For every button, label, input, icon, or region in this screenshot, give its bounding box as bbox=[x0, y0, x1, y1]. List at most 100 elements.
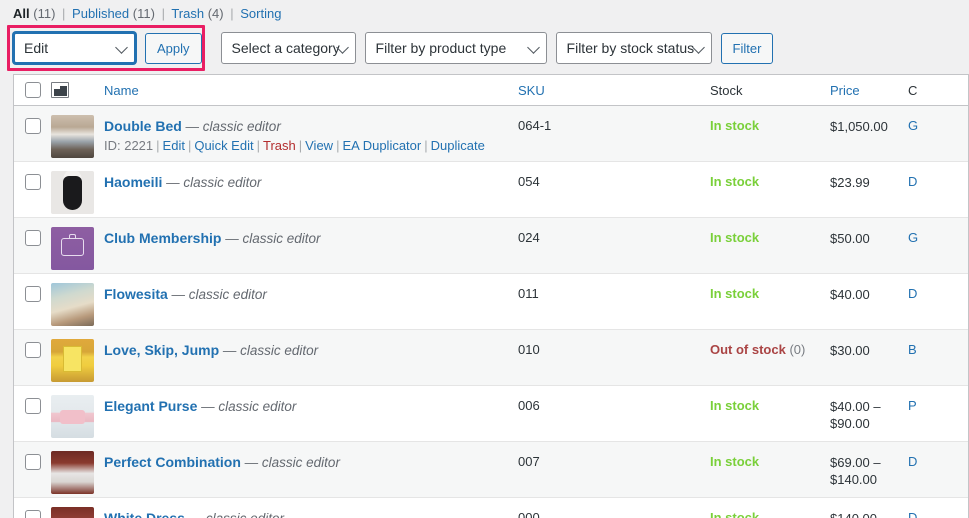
category-filter-value: Select a category bbox=[231, 40, 340, 56]
column-header-sku-label[interactable]: SKU bbox=[518, 83, 545, 98]
row-checkbox[interactable] bbox=[24, 174, 41, 190]
row-checkbox-cell bbox=[14, 330, 51, 358]
column-header-name-label[interactable]: Name bbox=[104, 83, 139, 98]
status-link-all[interactable]: All (11) bbox=[13, 6, 59, 21]
row-checkbox-cell bbox=[14, 386, 51, 414]
product-editor-suffix: — classic editor bbox=[167, 287, 267, 302]
row-action-trash[interactable]: Trash bbox=[263, 138, 296, 153]
row-checkbox[interactable] bbox=[24, 398, 41, 414]
filter-button[interactable]: Filter bbox=[720, 32, 774, 64]
sku-value: 064-1 bbox=[518, 118, 552, 133]
price-value: $30.00 bbox=[830, 343, 870, 358]
stock-status-filter-value: Filter by stock status bbox=[566, 40, 695, 56]
thumbnail-cell bbox=[51, 386, 104, 438]
row-checkbox[interactable] bbox=[24, 286, 41, 302]
column-header-price-label[interactable]: Price bbox=[830, 83, 860, 98]
status-link-trash-label[interactable]: Trash bbox=[171, 6, 204, 21]
table-row[interactable]: Flowesita — classic editor 011 In stock $40… bbox=[14, 274, 968, 330]
status-link-all-label[interactable]: All bbox=[13, 6, 30, 21]
column-header-image bbox=[51, 82, 104, 98]
price-cell: $23.99 bbox=[830, 162, 908, 191]
select-all-checkbox[interactable] bbox=[24, 82, 41, 98]
row-checkbox-cell bbox=[14, 162, 51, 190]
product-name-cell: Love, Skip, Jump — classic editor bbox=[104, 330, 518, 358]
row-checkbox[interactable] bbox=[24, 510, 41, 518]
category-link[interactable]: G bbox=[908, 230, 918, 245]
sku-cell: 054 bbox=[518, 162, 710, 189]
apply-button[interactable]: Apply bbox=[145, 32, 202, 64]
row-checkbox[interactable] bbox=[24, 230, 41, 246]
categories-cell: B bbox=[908, 330, 968, 357]
row-action-separator: | bbox=[424, 138, 428, 153]
status-separator-1: | bbox=[62, 6, 66, 21]
sku-cell: 024 bbox=[518, 218, 710, 245]
sku-value: 011 bbox=[518, 286, 539, 301]
row-checkbox[interactable] bbox=[24, 454, 41, 470]
status-link-published[interactable]: Published (11) bbox=[72, 6, 159, 21]
category-link[interactable]: D bbox=[908, 174, 917, 189]
row-action-view[interactable]: View bbox=[305, 138, 333, 153]
table-row[interactable]: Love, Skip, Jump — classic editor 010 Out … bbox=[14, 330, 968, 386]
categories-cell: D bbox=[908, 274, 968, 301]
price-value: $40.00 – bbox=[830, 399, 881, 414]
category-link[interactable]: G bbox=[908, 118, 918, 133]
category-filter-select[interactable]: Select a category bbox=[220, 32, 356, 64]
status-link-sorting[interactable]: Sorting bbox=[240, 6, 281, 21]
row-actions: ID: 2221 | Edit | Quick Edit | Trash | View | EA D… bbox=[104, 138, 518, 153]
row-action-edit[interactable]: Edit bbox=[163, 138, 185, 153]
category-link[interactable]: D bbox=[908, 454, 917, 469]
column-header-sku[interactable]: SKU bbox=[518, 83, 710, 98]
row-checkbox[interactable] bbox=[24, 118, 41, 134]
category-link[interactable]: D bbox=[908, 510, 917, 518]
product-thumbnail bbox=[51, 451, 94, 494]
thumbnail-cell bbox=[51, 162, 104, 214]
categories-cell: G bbox=[908, 218, 968, 245]
stock-status-filter-select[interactable]: Filter by stock status bbox=[555, 32, 712, 64]
row-checkbox[interactable] bbox=[24, 342, 41, 358]
row-checkbox-cell bbox=[14, 106, 51, 134]
row-action-duplicate[interactable]: Duplicate bbox=[431, 138, 485, 153]
product-name-cell: Double Bed — classic editor ID: 2221 | Edit… bbox=[104, 106, 518, 153]
product-title-link[interactable]: Haomeili bbox=[104, 174, 162, 190]
status-link-trash[interactable]: Trash (4) bbox=[171, 6, 227, 21]
product-title-link[interactable]: Double Bed bbox=[104, 118, 182, 134]
product-title-link[interactable]: Love, Skip, Jump bbox=[104, 342, 219, 358]
row-action-separator: | bbox=[187, 138, 192, 153]
product-type-filter-select[interactable]: Filter by product type bbox=[364, 32, 547, 64]
column-header-stock-label: Stock bbox=[710, 82, 743, 98]
categories-cell: D bbox=[908, 442, 968, 469]
status-link-published-label[interactable]: Published bbox=[72, 6, 129, 21]
status-link-sorting-label[interactable]: Sorting bbox=[240, 6, 281, 21]
product-name-cell: White Dress — classic editor bbox=[104, 498, 518, 518]
product-title-link[interactable]: Flowesita bbox=[104, 286, 168, 302]
thumbnail-cell bbox=[51, 498, 104, 518]
product-title-link[interactable]: White Dress bbox=[104, 510, 185, 518]
product-editor-suffix: — classic editor bbox=[240, 455, 340, 470]
product-title-link[interactable]: Elegant Purse bbox=[104, 398, 197, 414]
table-row[interactable]: White Dress — classic editor000In stock$… bbox=[14, 498, 968, 518]
category-link[interactable]: D bbox=[908, 286, 917, 301]
row-action-id: ID: 2221 bbox=[104, 138, 154, 153]
category-link[interactable]: P bbox=[908, 398, 917, 413]
product-title-link[interactable]: Club Membership bbox=[104, 230, 221, 246]
column-header-price[interactable]: Price bbox=[830, 83, 908, 98]
category-link[interactable]: B bbox=[908, 342, 917, 357]
row-action-quick-edit[interactable]: Quick Edit bbox=[194, 138, 253, 153]
column-header-name[interactable]: Name bbox=[104, 83, 518, 98]
bulk-actions-select[interactable]: Edit bbox=[13, 32, 136, 64]
price-cell: $50.00 bbox=[830, 218, 908, 247]
table-row[interactable]: Club Membership — classic editor 024 In st… bbox=[14, 218, 968, 274]
stock-status-badge: In stock bbox=[710, 398, 760, 413]
table-row[interactable]: Double Bed — classic editor ID: 2221 | Edit… bbox=[14, 106, 968, 162]
table-row[interactable]: Haomeili — classic editor 054 In stock $23.… bbox=[14, 162, 968, 218]
stock-status-badge: In stock bbox=[710, 230, 760, 245]
row-action-ea-duplicator[interactable]: EA Duplicator bbox=[342, 138, 421, 153]
row-checkbox-cell bbox=[14, 218, 51, 246]
row-action-separator: | bbox=[256, 138, 260, 153]
product-title-link[interactable]: Perfect Combination bbox=[104, 454, 241, 470]
price-cell: $30.00 bbox=[830, 330, 908, 359]
sku-cell: 064-1 bbox=[518, 106, 710, 133]
stock-status-badge: In stock bbox=[710, 510, 760, 518]
table-row[interactable]: Perfect Combination — classic editor 007 I… bbox=[14, 442, 968, 498]
table-row[interactable]: Elegant Purse — classic editor 006 In stoc… bbox=[14, 386, 968, 442]
